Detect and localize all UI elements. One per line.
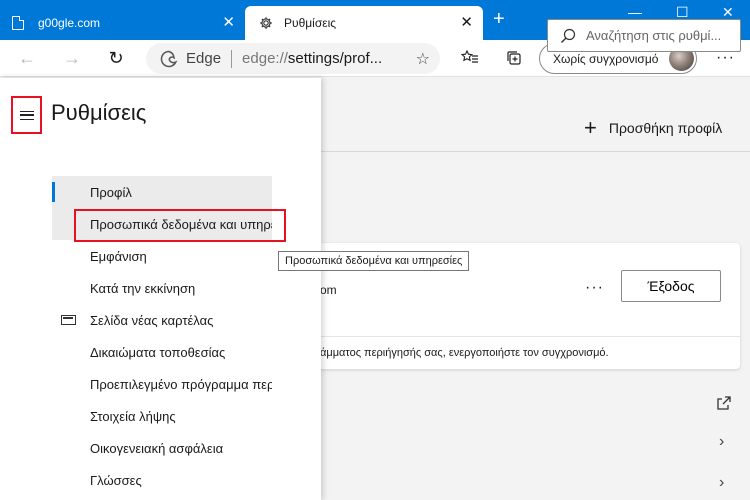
- collections-icon[interactable]: [505, 49, 523, 67]
- new-tab-page-icon: [61, 315, 76, 325]
- address-bar[interactable]: Edge edge://settings/prof... ☆: [146, 43, 440, 74]
- sync-label: Χωρίς συγχρονισμό: [553, 51, 659, 66]
- menu-button[interactable]: [11, 96, 42, 134]
- address-brand: Edge: [186, 50, 222, 67]
- sidebar-item-downloads[interactable]: Στοιχεία λήψης: [52, 400, 272, 432]
- url-path: settings/prof...: [287, 50, 383, 67]
- external-link-icon[interactable]: [716, 395, 732, 411]
- new-tab-icon[interactable]: +: [493, 9, 505, 29]
- chevron-right-icon[interactable]: ›: [719, 474, 724, 492]
- search-icon: [561, 28, 576, 43]
- sidebar-item-appearance[interactable]: Εμφάνιση: [52, 240, 272, 272]
- highlight-box: [74, 209, 286, 242]
- sidebar-item-languages[interactable]: Γλώσσες: [52, 464, 272, 496]
- sidebar-item-family-safety[interactable]: Οικογενειακή ασφάλεια: [52, 432, 272, 464]
- hamburger-icon: [19, 110, 34, 120]
- forward-icon[interactable]: →: [61, 47, 83, 69]
- page-icon: [12, 16, 24, 30]
- refresh-icon[interactable]: ↻: [105, 47, 127, 69]
- sidebar-item-new-tab-page[interactable]: Σελίδα νέας καρτέλας: [52, 304, 272, 336]
- settings-sidebar: Ρυθμίσεις Προφίλ Προσωπικά δεδομένα και …: [0, 78, 321, 500]
- sidebar-item-label: Προφίλ: [90, 184, 132, 200]
- search-placeholder: Αναζήτηση στις ρυθμί...: [586, 28, 722, 43]
- sync-message: άμματος περιήγησής σας, ενεργοποιήστε το…: [320, 347, 609, 359]
- tab-title: g00gle.com: [38, 16, 101, 30]
- back-icon[interactable]: ←: [16, 47, 38, 69]
- tab-g00gle[interactable]: g00gle.com ✕: [0, 6, 245, 40]
- sidebar-item-site-permissions[interactable]: Δικαιώματα τοποθεσίας: [52, 336, 272, 368]
- gear-icon: [260, 17, 272, 29]
- sidebar-item-label: Οικογενειακή ασφάλεια: [90, 440, 224, 456]
- profile-email: om: [320, 283, 337, 297]
- sidebar-item-label: Σελίδα νέας καρτέλας: [90, 312, 214, 328]
- tab-title: Ρυθμίσεις: [284, 16, 337, 30]
- sidebar-item-profiles[interactable]: Προφίλ: [52, 176, 272, 208]
- edge-logo-icon: [160, 50, 178, 67]
- favorites-icon[interactable]: [461, 50, 479, 66]
- signout-button[interactable]: Έξοδος: [621, 270, 721, 302]
- sidebar-item-label: Γλώσσες: [90, 472, 142, 488]
- add-profile-label: Προσθήκη προφίλ: [608, 120, 723, 136]
- add-profile-button[interactable]: + Προσθήκη προφίλ: [584, 115, 722, 141]
- profile-more-icon[interactable]: ···: [585, 279, 604, 297]
- tooltip: Προσωπικά δεδομένα και υπηρεσίες: [278, 251, 470, 271]
- sidebar-item-default-browser[interactable]: Προεπιλεγμένο πρόγραμμα περιήγησης: [52, 368, 272, 400]
- favorite-star-icon[interactable]: ☆: [416, 49, 430, 69]
- minimize-icon[interactable]: —: [628, 4, 642, 20]
- card-divider: [290, 336, 740, 337]
- close-icon[interactable]: ✕: [222, 15, 235, 30]
- page-title: Ρυθμίσεις: [51, 100, 147, 125]
- settings-search-input[interactable]: Αναζήτηση στις ρυθμί...: [547, 19, 741, 52]
- sidebar-item-label: Στοιχεία λήψης: [90, 408, 176, 424]
- address-separator: [231, 49, 233, 68]
- chevron-right-icon[interactable]: ›: [719, 433, 724, 451]
- sidebar-item-label: Δικαιώματα τοποθεσίας: [90, 344, 226, 360]
- sidebar-item-label: Εμφάνιση: [90, 248, 147, 264]
- sidebar-item-on-startup[interactable]: Κατά την εκκίνηση: [52, 272, 272, 304]
- tab-settings[interactable]: Ρυθμίσεις ✕: [245, 6, 483, 40]
- sidebar-item-label: Κατά την εκκίνηση: [90, 280, 196, 296]
- plus-icon: +: [584, 115, 597, 140]
- close-icon[interactable]: ✕: [460, 15, 473, 30]
- address-url: edge://settings/prof...: [242, 50, 382, 67]
- url-scheme: edge://: [242, 50, 288, 67]
- sidebar-item-label: Προεπιλεγμένο πρόγραμμα περιήγησης: [90, 376, 272, 392]
